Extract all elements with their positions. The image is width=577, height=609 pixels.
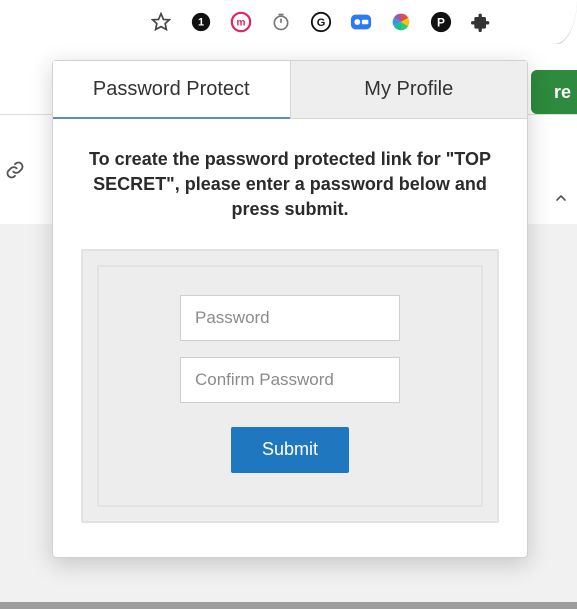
browser-extension-bar: 1 m G P (0, 0, 577, 45)
popup-body: To create the password protected link fo… (53, 119, 527, 557)
svg-text:1: 1 (198, 17, 204, 29)
svg-text:m: m (237, 18, 246, 29)
tab-password-protect[interactable]: Password Protect (53, 61, 290, 119)
notification-icon[interactable]: 1 (190, 11, 212, 33)
tab-my-profile[interactable]: My Profile (290, 61, 528, 119)
instruction-text: To create the password protected link fo… (87, 147, 493, 223)
color-wheel-icon[interactable] (390, 11, 412, 33)
submit-button[interactable]: Submit (231, 427, 349, 473)
svg-text:G: G (317, 17, 326, 29)
camera-icon[interactable] (350, 11, 372, 33)
share-button[interactable]: re (531, 70, 577, 114)
share-button-label: re (554, 82, 571, 103)
timer-icon[interactable] (270, 11, 292, 33)
extension-popup: Password Protect My Profile To create th… (52, 60, 528, 558)
star-icon[interactable] (150, 11, 172, 33)
window-bottom-edge (0, 602, 577, 609)
expand-chevron-icon[interactable] (553, 190, 569, 211)
link-icon (4, 159, 26, 181)
g-circle-icon[interactable]: G (310, 11, 332, 33)
password-form: Submit (97, 265, 483, 507)
confirm-password-input[interactable] (180, 357, 400, 403)
tab-label: Password Protect (93, 78, 250, 101)
m-circle-icon[interactable]: m (230, 11, 252, 33)
password-form-frame: Submit (81, 249, 499, 523)
page-secondary-toolbar (0, 150, 26, 190)
p-circle-icon[interactable]: P (430, 11, 452, 33)
popup-tabs: Password Protect My Profile (53, 61, 527, 119)
password-input[interactable] (180, 295, 400, 341)
svg-text:P: P (437, 16, 445, 30)
puzzle-icon[interactable] (470, 11, 492, 33)
tab-label: My Profile (364, 78, 453, 101)
